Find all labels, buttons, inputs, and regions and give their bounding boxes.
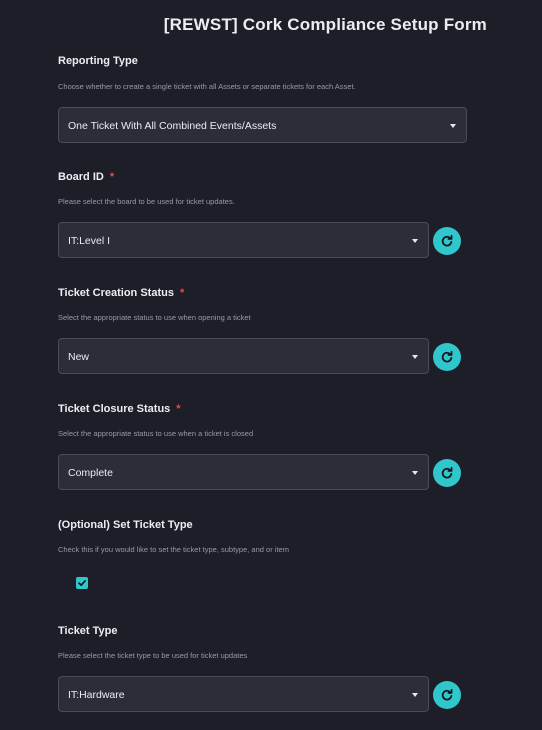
refresh-icon bbox=[441, 466, 453, 479]
required-marker: * bbox=[176, 403, 181, 415]
setup-form-page: [REWST] Cork Compliance Setup Form Repor… bbox=[0, 0, 542, 730]
ticket-creation-status-value: New bbox=[68, 351, 90, 363]
ticket-creation-status-refresh-button[interactable] bbox=[433, 343, 461, 371]
required-marker: * bbox=[179, 287, 185, 299]
set-ticket-type-checkbox[interactable] bbox=[76, 577, 88, 589]
reporting-type-label-text: Reporting Type bbox=[58, 55, 138, 67]
ticket-creation-status-help: Select the appropriate status to use whe… bbox=[58, 313, 251, 322]
chevron-down-icon bbox=[412, 693, 418, 697]
reporting-type-help: Choose whether to create a single ticket… bbox=[58, 82, 356, 91]
refresh-icon bbox=[441, 688, 453, 701]
board-id-label-text: Board ID bbox=[58, 171, 104, 183]
refresh-icon bbox=[441, 350, 453, 363]
chevron-down-icon bbox=[412, 239, 418, 243]
ticket-type-refresh-button[interactable] bbox=[433, 681, 461, 709]
ticket-creation-status-label-text: Ticket Creation Status bbox=[58, 287, 174, 299]
ticket-closure-status-label: Ticket Closure Status * bbox=[58, 403, 181, 415]
board-id-refresh-button[interactable] bbox=[433, 227, 461, 255]
board-id-help: Please select the board to be used for t… bbox=[58, 197, 235, 206]
reporting-type-label: Reporting Type bbox=[58, 55, 138, 67]
ticket-closure-status-label-text: Ticket Closure Status bbox=[58, 403, 171, 415]
ticket-creation-status-select[interactable]: New bbox=[58, 338, 429, 374]
board-id-value: IT:Level I bbox=[68, 235, 111, 247]
checkmark-icon bbox=[78, 580, 86, 586]
chevron-down-icon bbox=[412, 355, 418, 359]
ticket-closure-status-value: Complete bbox=[68, 467, 113, 479]
chevron-down-icon bbox=[412, 471, 418, 475]
set-ticket-type-label: (Optional) Set Ticket Type bbox=[58, 519, 193, 531]
refresh-icon bbox=[441, 234, 453, 247]
set-ticket-type-label-text: (Optional) Set Ticket Type bbox=[58, 519, 193, 531]
required-marker: * bbox=[109, 171, 115, 183]
ticket-closure-status-help: Select the appropriate status to use whe… bbox=[58, 429, 254, 438]
ticket-type-help: Please select the ticket type to be used… bbox=[58, 651, 248, 660]
form-title: [REWST] Cork Compliance Setup Form bbox=[163, 15, 487, 34]
ticket-type-select[interactable]: IT:Hardware bbox=[58, 676, 429, 712]
board-id-select[interactable]: IT:Level I bbox=[58, 222, 429, 258]
ticket-creation-status-label: Ticket Creation Status * bbox=[58, 287, 184, 299]
set-ticket-type-help: Check this if you would like to set the … bbox=[58, 545, 289, 554]
ticket-type-label-text: Ticket Type bbox=[58, 625, 118, 637]
ticket-type-value: IT:Hardware bbox=[68, 689, 125, 701]
board-id-label: Board ID * bbox=[58, 171, 114, 183]
ticket-type-label: Ticket Type bbox=[58, 625, 118, 637]
reporting-type-select[interactable]: One Ticket With All Combined Events/Asse… bbox=[58, 107, 467, 143]
reporting-type-value: One Ticket With All Combined Events/Asse… bbox=[68, 120, 277, 132]
ticket-closure-status-refresh-button[interactable] bbox=[433, 459, 461, 487]
ticket-closure-status-select[interactable]: Complete bbox=[58, 454, 429, 490]
chevron-down-icon bbox=[450, 124, 456, 128]
